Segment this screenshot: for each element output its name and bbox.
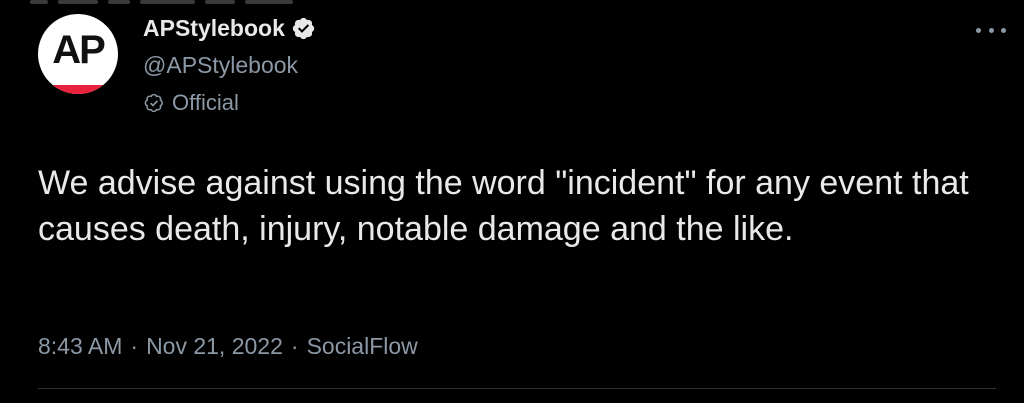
more-options-icon[interactable] <box>976 20 1006 40</box>
tweet-source[interactable]: SocialFlow <box>307 333 418 360</box>
divider <box>38 388 996 389</box>
official-label[interactable]: Official <box>143 90 239 116</box>
tweet-text: We advise against using the word "incide… <box>38 164 979 248</box>
previous-content-fragment <box>30 0 330 5</box>
tweet-meta: 8:43 AM · Nov 21, 2022 · SocialFlow <box>38 333 418 360</box>
tweet-date[interactable]: Nov 21, 2022 <box>146 333 283 360</box>
meta-separator: · <box>130 333 139 359</box>
official-label-text: Official <box>172 90 239 115</box>
author-handle[interactable]: @APStylebook <box>143 52 298 79</box>
verified-badge-icon <box>292 17 315 40</box>
tweet-time[interactable]: 8:43 AM <box>38 333 122 360</box>
avatar-stripe <box>38 85 118 94</box>
avatar[interactable]: AP <box>38 14 118 94</box>
author-display-name[interactable]: APStylebook <box>143 15 285 42</box>
official-badge-icon <box>144 93 163 113</box>
avatar-logo-text: AP <box>52 28 106 72</box>
tweet-card: AP APStylebook @APStylebook Official We … <box>0 0 1024 403</box>
meta-separator: · <box>290 333 299 359</box>
author-name-row[interactable]: APStylebook <box>143 15 316 42</box>
